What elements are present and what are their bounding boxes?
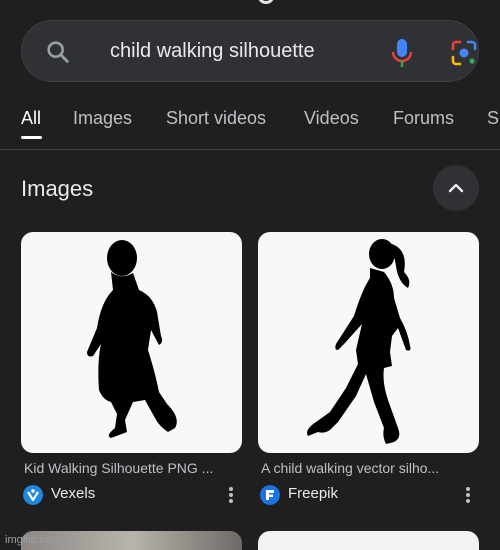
more-options-icon[interactable]: [460, 487, 476, 505]
image-result-card[interactable]: A child walking vector silho... Freepik: [258, 232, 479, 505]
result-source[interactable]: Vexels: [23, 484, 244, 506]
image-result-card[interactable]: Kid Walking Silhouette PNG ... Vexels: [21, 232, 242, 505]
tab-all[interactable]: All: [21, 108, 41, 129]
search-bar[interactable]: child walking silhouette: [21, 20, 479, 82]
search-input[interactable]: child walking silhouette: [110, 40, 315, 63]
source-name: Vexels: [51, 485, 96, 502]
child-silhouette-image: [87, 240, 177, 438]
google-lens-icon[interactable]: [450, 39, 478, 67]
page-header-fragment: [0, 0, 500, 6]
source-name: Freepik: [288, 485, 339, 502]
result-source[interactable]: Freepik: [260, 484, 481, 506]
watermark: imgflip.com: [5, 534, 61, 546]
vexels-logo-icon: [23, 485, 43, 505]
tab-shopping[interactable]: Sh: [487, 108, 500, 129]
collapse-section-button[interactable]: [433, 165, 479, 211]
girl-silhouette-image: [307, 239, 411, 444]
freepik-logo-icon: [260, 485, 280, 505]
microphone-icon[interactable]: [391, 38, 413, 68]
result-title[interactable]: Kid Walking Silhouette PNG ...: [24, 460, 242, 476]
next-result-thumbnail[interactable]: [258, 531, 479, 550]
tab-short-videos[interactable]: Short videos: [166, 108, 266, 129]
active-tab-indicator: [21, 136, 42, 139]
result-title[interactable]: A child walking vector silho...: [261, 460, 479, 476]
google-logo-fragment: [258, 0, 274, 4]
more-options-icon[interactable]: [223, 487, 239, 505]
result-thumbnail[interactable]: [21, 232, 242, 453]
tab-images[interactable]: Images: [73, 108, 132, 129]
search-icon[interactable]: [44, 38, 72, 66]
chevron-up-icon: [448, 183, 464, 193]
search-tabs: All Images Short videos Videos Forums Sh: [0, 100, 500, 150]
tab-forums[interactable]: Forums: [393, 108, 454, 129]
result-thumbnail[interactable]: [258, 232, 479, 453]
images-section-title: Images: [21, 176, 94, 201]
tab-videos[interactable]: Videos: [304, 108, 359, 129]
